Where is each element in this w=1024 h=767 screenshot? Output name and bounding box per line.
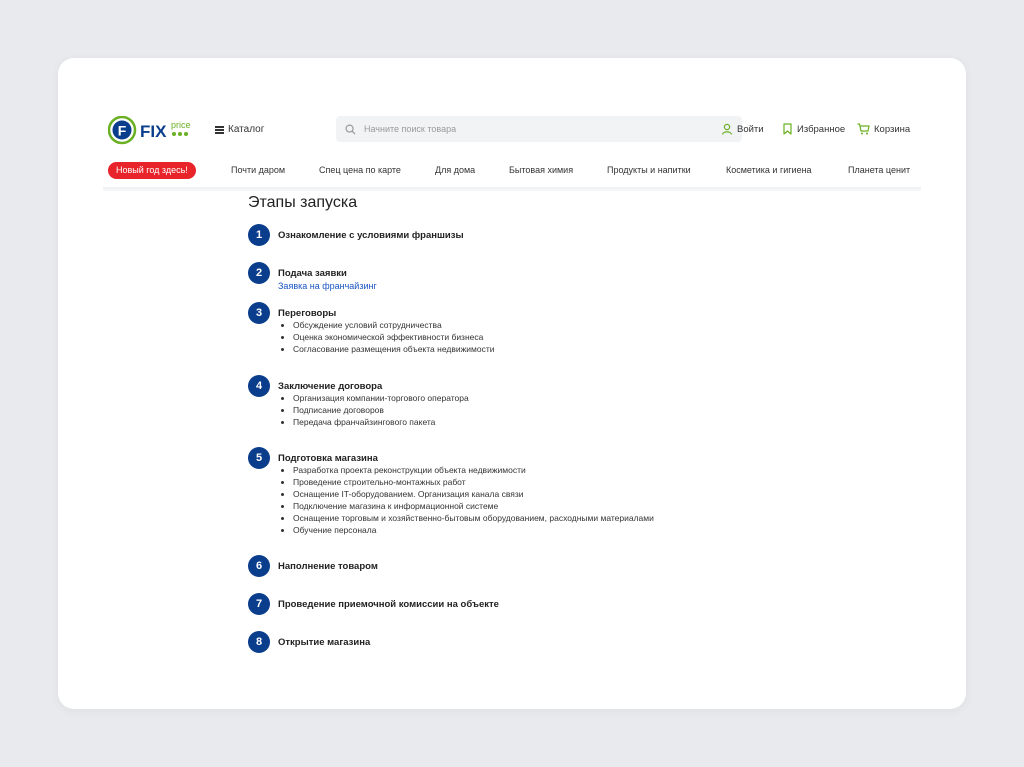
list-item: Проведение строительно-монтажных работ: [293, 476, 654, 488]
step-title: Подача заявки: [278, 268, 347, 279]
step-bullets: Обсуждение условий сотрудничества Оценка…: [278, 319, 495, 355]
svg-text:FIX: FIX: [140, 122, 167, 141]
list-item: Разработка проекта реконструкции объекта…: [293, 464, 654, 476]
cart-label: Корзина: [874, 123, 911, 135]
step-number: 5: [248, 447, 270, 469]
nav-item-card-price[interactable]: Спец цена по карте: [319, 165, 401, 175]
list-item: Обучение персонала: [293, 524, 654, 536]
nav-item-almost-free[interactable]: Почти даром: [231, 165, 285, 175]
step-bullets: Организация компании-торгового оператора…: [278, 392, 469, 428]
step-title: Переговоры: [278, 308, 337, 319]
cart-icon: [857, 123, 870, 135]
category-nav: Новый год здесь! Почти даром Спец цена п…: [108, 161, 920, 181]
step-title: Ознакомление с условиями франшизы: [278, 230, 464, 241]
catalog-button[interactable]: Каталог: [215, 124, 264, 135]
nav-item-cosmetics[interactable]: Косметика и гигиена: [726, 165, 812, 175]
login-label: Войти: [737, 123, 764, 135]
step-title: Проведение приемочной комиссии на объект…: [278, 599, 499, 610]
step-number: 7: [248, 593, 270, 615]
catalog-label: Каталог: [228, 124, 265, 135]
user-icon: [721, 123, 733, 135]
svg-text:price: price: [171, 120, 191, 130]
bookmark-icon: [783, 123, 792, 135]
step-number: 8: [248, 631, 270, 653]
list-item: Согласование размещения объекта недвижим…: [293, 343, 495, 355]
list-item: Обсуждение условий сотрудничества: [293, 319, 495, 331]
step-number: 1: [248, 224, 270, 246]
page-title: Этапы запуска: [248, 194, 358, 211]
promo-badge[interactable]: Новый год здесь!: [108, 162, 196, 179]
list-item: Организация компании-торгового оператора: [293, 392, 469, 404]
step-bullets: Разработка проекта реконструкции объекта…: [278, 464, 654, 536]
search-bar[interactable]: [336, 116, 742, 142]
list-item: Подписание договоров: [293, 404, 469, 416]
cart-link[interactable]: Корзина: [857, 123, 910, 135]
svg-text:F: F: [118, 123, 127, 139]
list-item: Оснащение торговым и хозяйственно-бытовы…: [293, 512, 654, 524]
login-link[interactable]: Войти: [721, 123, 764, 135]
search-input[interactable]: [362, 123, 726, 135]
list-item: Передача франчайзингового пакета: [293, 416, 469, 428]
favorites-label: Избранное: [797, 123, 846, 135]
step-title: Заключение договора: [278, 381, 383, 392]
nav-item-food-drinks[interactable]: Продукты и напитки: [607, 165, 691, 175]
step-number: 2: [248, 262, 270, 284]
nav-divider: [103, 187, 921, 191]
nav-item-planet[interactable]: Планета ценит: [848, 165, 910, 175]
list-item: Оснащение IT-оборудованием. Организация …: [293, 488, 654, 500]
menu-icon: [215, 126, 224, 134]
page-card: F FIX price Каталог Войти: [58, 58, 966, 709]
step-number: 6: [248, 555, 270, 577]
fix-price-logo[interactable]: F FIX price: [108, 116, 202, 146]
search-icon: [345, 124, 356, 135]
site-header: F FIX price Каталог Войти: [108, 116, 920, 146]
list-item: Подключение магазина к информационной си…: [293, 500, 654, 512]
franchise-application-link[interactable]: Заявка на франчайзинг: [278, 281, 377, 291]
nav-item-household-chemicals[interactable]: Бытовая химия: [509, 165, 573, 175]
list-item: Оценка экономической эффективности бизне…: [293, 331, 495, 343]
step-number: 4: [248, 375, 270, 397]
step-title: Открытие магазина: [278, 637, 371, 648]
nav-item-home[interactable]: Для дома: [435, 165, 475, 175]
step-number: 3: [248, 302, 270, 324]
favorites-link[interactable]: Избранное: [782, 123, 845, 135]
step-title: Подготовка магазина: [278, 453, 378, 464]
step-title: Наполнение товаром: [278, 561, 378, 572]
